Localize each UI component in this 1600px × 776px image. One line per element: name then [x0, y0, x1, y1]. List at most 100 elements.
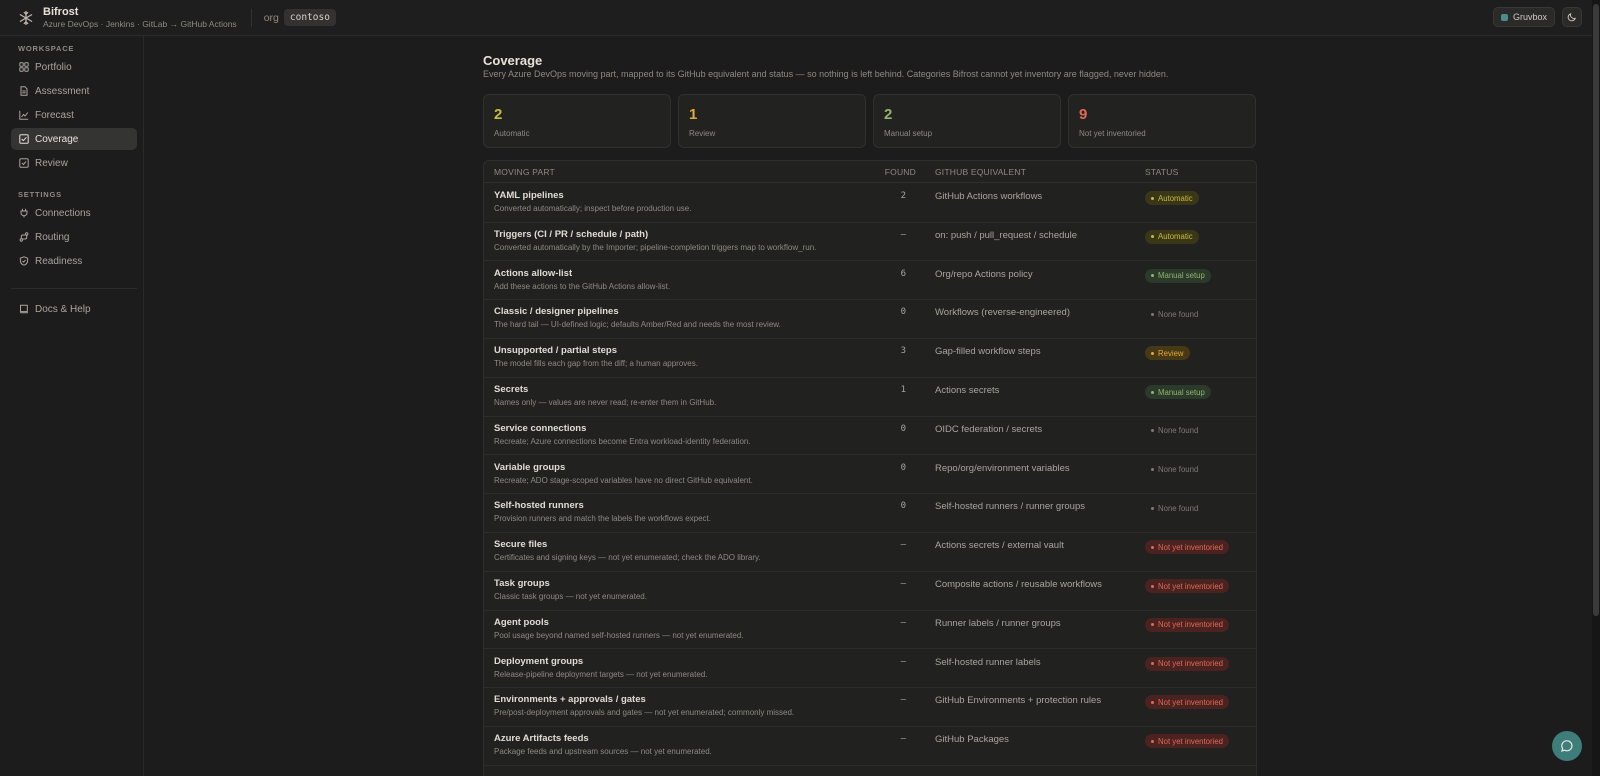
table-row[interactable]: Triggers (CI / PR / schedule / path) Conv…: [484, 222, 1256, 262]
brand[interactable]: Bifrost Azure DevOps · Jenkins · GitLab …: [18, 6, 237, 30]
table-row[interactable]: Agent pools Pool usage beyond named self-…: [484, 610, 1256, 650]
moving-part-title: Agent pools: [494, 616, 549, 628]
plug-icon: [19, 208, 29, 218]
sidebar-item-label: Connections: [35, 207, 91, 219]
table-row[interactable]: Secure files Certificates and signing key…: [484, 532, 1256, 572]
status-badge: None found: [1145, 307, 1204, 321]
grid-icon: [19, 62, 29, 72]
chat-button[interactable]: [1552, 731, 1582, 761]
page-title: Coverage: [483, 53, 543, 68]
shield-icon: [19, 256, 29, 266]
status-badge: Not yet inventoried: [1145, 579, 1230, 593]
moving-part-description: Recreate; ADO stage-scoped variables hav…: [494, 475, 753, 485]
sidebar-item-routing[interactable]: Routing: [11, 226, 137, 248]
found-count: –: [900, 656, 906, 667]
table-header: MOVING PART FOUND GITHUB EQUIVALENT STAT…: [484, 161, 1256, 183]
chart-icon: [19, 110, 29, 120]
sidebar-item-docs-help[interactable]: Docs & Help: [11, 298, 137, 320]
review-icon: [19, 158, 29, 168]
scrollbar-thumb[interactable]: [1593, 4, 1599, 616]
moving-part-title: Triggers (CI / PR / schedule / path): [494, 228, 649, 240]
header-github-equivalent: GITHUB EQUIVALENT: [935, 167, 1027, 177]
workspace-section-label: WORKSPACE: [18, 44, 75, 53]
sidebar-item-label: Assessment: [35, 85, 90, 97]
table-row[interactable]: Azure Artifacts feeds Package feeds and u…: [484, 726, 1256, 766]
moving-part-description: Release-pipeline deployment targets — no…: [494, 669, 708, 679]
github-equivalent: Self-hosted runner labels: [935, 656, 1041, 668]
stat-value: 1: [689, 106, 698, 123]
found-count: 3: [900, 346, 906, 357]
sidebar-item-review[interactable]: Review: [11, 152, 137, 174]
header-divider: [250, 8, 252, 27]
found-count: –: [900, 734, 906, 745]
github-equivalent: GitHub Packages: [935, 734, 1009, 746]
moving-part-description: Provision runners and match the labels t…: [494, 514, 711, 524]
sidebar: WORKSPACE Portfolio Assessment Forecast …: [0, 36, 144, 776]
table-row[interactable]: Actions allow-list Add these actions to t…: [484, 261, 1256, 301]
table-row[interactable]: YAML pipelines Converted automatically; i…: [484, 183, 1256, 223]
table-row[interactable]: Deployment groups Release-pipeline deploy…: [484, 649, 1256, 689]
github-equivalent: Actions secrets / external vault: [935, 540, 1064, 552]
stat-card-automatic: 2 Automatic: [483, 94, 671, 148]
dark-mode-toggle[interactable]: [1562, 7, 1582, 27]
sidebar-item-forecast[interactable]: Forecast: [11, 104, 137, 126]
sidebar-divider: [11, 288, 137, 289]
snowflake-logo-icon: [18, 10, 34, 26]
table-row[interactable]: Task groups Classic task groups — not yet…: [484, 571, 1256, 611]
stat-label: Automatic: [494, 129, 530, 138]
app-name: Bifrost: [43, 5, 79, 18]
sidebar-item-label: Readiness: [35, 255, 83, 267]
moving-part-description: Converted automatically by the Importer;…: [494, 242, 817, 252]
github-equivalent: Actions secrets: [935, 385, 1000, 396]
found-count: 2: [900, 191, 906, 201]
stat-value: 2: [884, 106, 893, 123]
sidebar-item-assessment[interactable]: Assessment: [11, 80, 137, 102]
sidebar-item-label: Coverage: [35, 133, 79, 145]
stat-label: Manual setup: [884, 129, 933, 138]
moving-part-description: Package feeds and upstream sources — not…: [494, 747, 712, 757]
file-icon: [19, 86, 29, 96]
moving-part-description: Names only — values are never read; re-e…: [494, 398, 717, 407]
status-badge: Manual setup: [1145, 385, 1211, 399]
status-badge: Automatic: [1145, 229, 1199, 244]
status-badge: Manual setup: [1145, 268, 1211, 283]
page-scrollbar[interactable]: [1592, 0, 1600, 776]
moving-part-description: Pool usage beyond named self-hosted runn…: [494, 630, 744, 640]
status-badge: Review: [1145, 346, 1190, 361]
stat-card-not-yet-inventoried: 9 Not yet inventoried: [1068, 94, 1256, 148]
found-count: 0: [900, 501, 906, 512]
table-row[interactable]: Environments + approvals / gates Pre/post…: [484, 687, 1256, 727]
sidebar-item-label: Forecast: [35, 109, 74, 121]
status-badge: Not yet inventoried: [1145, 695, 1230, 710]
theme-label: Gruvbox: [1512, 12, 1547, 22]
table-row[interactable]: Variable groups Recreate; ADO stage-scope…: [484, 455, 1256, 495]
theme-swatch-icon: [1500, 13, 1508, 21]
status-badge: Not yet inventoried: [1145, 656, 1230, 671]
coverage-table: MOVING PART FOUND GITHUB EQUIVALENT STAT…: [483, 160, 1257, 776]
theme-selector-button[interactable]: Gruvbox: [1492, 7, 1555, 27]
stat-card-manual-setup: 2 Manual setup: [873, 94, 1061, 148]
table-row[interactable]: Classic / designer pipelines The hard tai…: [484, 299, 1256, 339]
status-badge: None found: [1145, 424, 1204, 438]
table-row[interactable]: Service connections Recreate; Azure conne…: [484, 416, 1256, 456]
sidebar-item-connections[interactable]: Connections: [11, 202, 137, 224]
table-row[interactable]: Self-hosted runners Provision runners and…: [484, 493, 1256, 533]
org-selector[interactable]: contoso: [283, 9, 336, 26]
moving-part-title: YAML pipelines: [494, 190, 564, 201]
table-row[interactable]: Unsupported / partial steps The model fil…: [484, 338, 1256, 378]
sidebar-item-portfolio[interactable]: Portfolio: [11, 56, 137, 78]
header-status: STATUS: [1145, 167, 1179, 177]
stat-label: Not yet inventoried: [1079, 129, 1146, 138]
moving-part-title: Unsupported / partial steps: [494, 345, 617, 357]
sidebar-item-coverage[interactable]: Coverage: [11, 128, 137, 150]
chat-bubble-icon: [1560, 739, 1574, 753]
table-row[interactable]: Secrets Names only — values are never rea…: [484, 377, 1256, 417]
org-label: org: [263, 11, 279, 24]
moving-part-title: Variable groups: [494, 461, 566, 473]
moving-part-description: The hard tail — UI-defined logic; defaul…: [494, 320, 781, 330]
stat-label: Review: [689, 129, 716, 138]
moving-part-description: The model fills each gap from the diff; …: [494, 359, 698, 369]
sidebar-item-readiness[interactable]: Readiness: [11, 250, 137, 272]
moving-part-title: Environments + approvals / gates: [494, 694, 646, 706]
sidebar-item-label: Docs & Help: [35, 303, 91, 315]
